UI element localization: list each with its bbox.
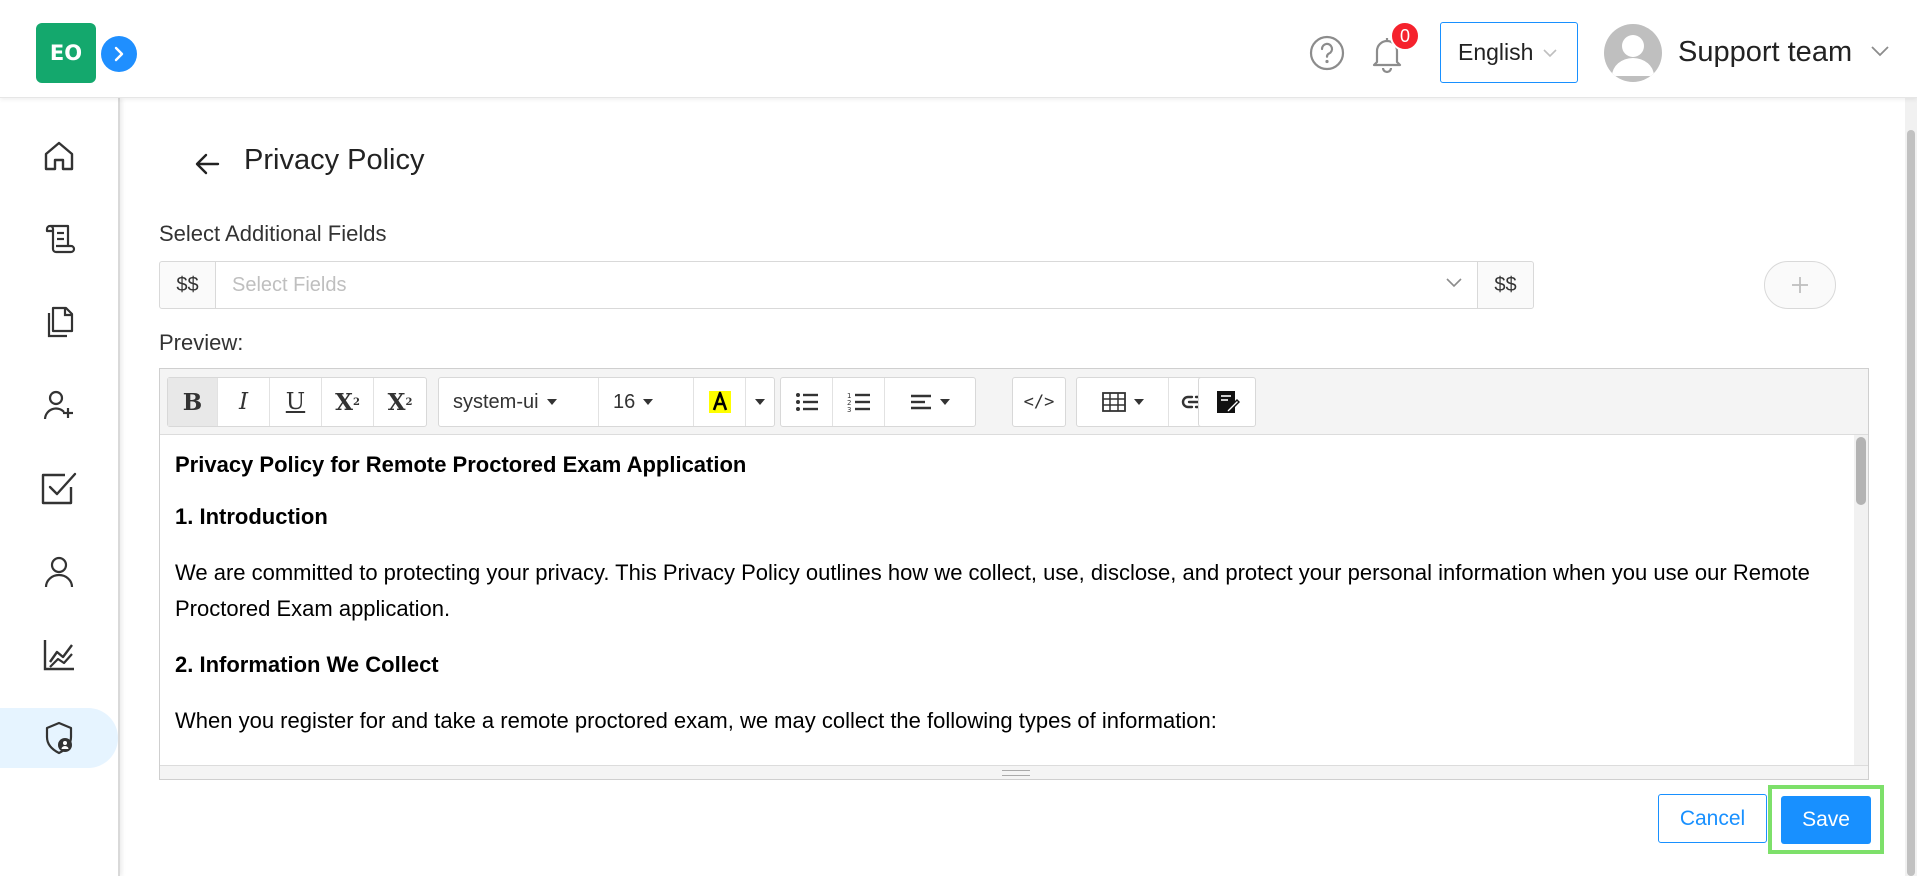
bold-button[interactable]: B — [168, 378, 218, 426]
section-title: 1. Introduction — [175, 504, 328, 529]
language-select[interactable]: English — [1440, 22, 1578, 83]
font-family-select[interactable]: system-ui — [439, 378, 599, 426]
chevron-down-icon — [1446, 278, 1462, 288]
font-size-value: 16 — [613, 390, 636, 413]
code-group: </> — [1012, 377, 1066, 427]
bullet-list-icon — [795, 393, 818, 411]
text-highlight-icon — [708, 391, 731, 413]
add-user-icon — [43, 390, 73, 420]
editor-toolbar: B I U X2 X2 system-ui 16 1 2 3 </> — [160, 369, 1868, 435]
insert-field-button[interactable] — [1199, 378, 1255, 426]
sidebar-item-privacy[interactable] — [0, 708, 118, 768]
section-text: When you register for and take a remote … — [175, 708, 1217, 733]
notification-badge: 0 — [1390, 21, 1420, 51]
highlight-color-dropdown[interactable] — [746, 378, 774, 426]
chart-icon — [43, 640, 74, 671]
italic-button[interactable]: I — [218, 378, 270, 426]
fields-select[interactable]: Select Fields — [216, 261, 1477, 309]
select-placeholder: Select Fields — [232, 273, 347, 296]
help-button[interactable] — [1308, 34, 1346, 72]
svg-text:3: 3 — [847, 406, 851, 413]
plus-icon — [1792, 277, 1808, 293]
document-edit-icon — [1217, 391, 1240, 413]
logo: EO — [36, 23, 96, 83]
editor-content[interactable]: Privacy Policy for Remote Proctored Exam… — [160, 435, 1868, 765]
code-view-button[interactable]: </> — [1013, 378, 1065, 426]
subscript-button[interactable]: X2 — [374, 378, 426, 426]
section-title: 2. Information We Collect — [175, 652, 439, 677]
expand-sidebar-button[interactable] — [101, 36, 137, 72]
add-field-button[interactable] — [1764, 261, 1836, 309]
help-icon — [1309, 35, 1345, 71]
caret-down-icon — [940, 399, 950, 405]
font-size-select[interactable]: 16 — [599, 378, 694, 426]
user-icon — [44, 556, 74, 588]
cancel-button[interactable]: Cancel — [1658, 794, 1767, 843]
avatar[interactable] — [1604, 24, 1662, 82]
addon-prefix: $$ — [159, 261, 216, 309]
editor-resize-bar[interactable] — [160, 765, 1868, 779]
sidebar-item-exams[interactable] — [0, 208, 118, 268]
table-icon — [1101, 392, 1126, 412]
superscript-button[interactable]: X2 — [322, 378, 374, 426]
save-button-focus: Save — [1768, 785, 1884, 854]
font-group: system-ui 16 — [438, 377, 775, 427]
caret-down-icon — [1133, 399, 1144, 405]
section-text: We are committed to protecting your priv… — [175, 560, 1810, 621]
caret-down-icon — [755, 399, 765, 405]
user-avatar-icon — [1612, 35, 1654, 76]
list-group: 123 — [780, 377, 976, 427]
caret-down-icon — [546, 399, 557, 405]
sidebar-item-tasks[interactable] — [0, 459, 118, 519]
chevron-down-icon — [1543, 48, 1558, 57]
resize-grip-icon[interactable] — [1002, 770, 1030, 776]
align-button[interactable] — [885, 378, 975, 426]
checkbox-icon — [41, 472, 77, 505]
fields-input-group: $$ Select Fields $$ — [159, 261, 1534, 309]
home-icon — [44, 141, 74, 171]
preview-label: Preview: — [159, 330, 244, 355]
chevron-down-icon[interactable] — [1870, 44, 1890, 58]
sidebar-item-documents[interactable] — [0, 292, 118, 352]
documents-icon — [47, 306, 74, 338]
format-group: B I U X2 X2 — [167, 377, 427, 427]
numbered-list-button[interactable]: 123 — [833, 378, 885, 426]
fields-label: Select Additional Fields — [159, 221, 387, 246]
sidebar-item-profile[interactable] — [0, 542, 118, 602]
addon-suffix: $$ — [1477, 261, 1534, 309]
numbered-list-icon: 123 — [847, 392, 870, 413]
sidebar-item-add-user[interactable] — [0, 375, 118, 435]
language-label: English — [1458, 39, 1534, 65]
chevron-right-icon — [114, 46, 124, 62]
policy-heading: Privacy Policy for Remote Proctored Exam… — [175, 452, 747, 477]
sidebar-item-reports[interactable] — [0, 625, 118, 685]
main-content: Privacy Policy Select Additional Fields … — [122, 98, 1907, 876]
font-family-value: system-ui — [453, 390, 539, 413]
sidebar — [0, 98, 120, 876]
sidebar-item-home[interactable] — [0, 126, 118, 186]
scroll-icon — [45, 224, 76, 254]
page-scroll-thumb[interactable] — [1907, 130, 1915, 876]
shield-user-icon — [45, 721, 73, 755]
top-header: EO 0 English Support team — [0, 0, 1917, 98]
back-arrow-icon[interactable] — [192, 148, 224, 180]
editor-scroll-thumb[interactable] — [1856, 437, 1866, 505]
bullet-list-button[interactable] — [781, 378, 833, 426]
user-name[interactable]: Support team — [1678, 36, 1852, 69]
caret-down-icon — [643, 399, 654, 405]
extra-group — [1198, 377, 1256, 427]
rich-text-editor: B I U X2 X2 system-ui 16 1 2 3 </> Priva… — [159, 368, 1869, 780]
align-left-icon — [911, 394, 931, 410]
highlight-color-button[interactable] — [694, 378, 746, 426]
underline-button[interactable]: U — [270, 378, 322, 426]
page-title: Privacy Policy — [244, 144, 425, 176]
table-button[interactable] — [1077, 378, 1169, 426]
save-button[interactable]: Save — [1781, 795, 1871, 844]
